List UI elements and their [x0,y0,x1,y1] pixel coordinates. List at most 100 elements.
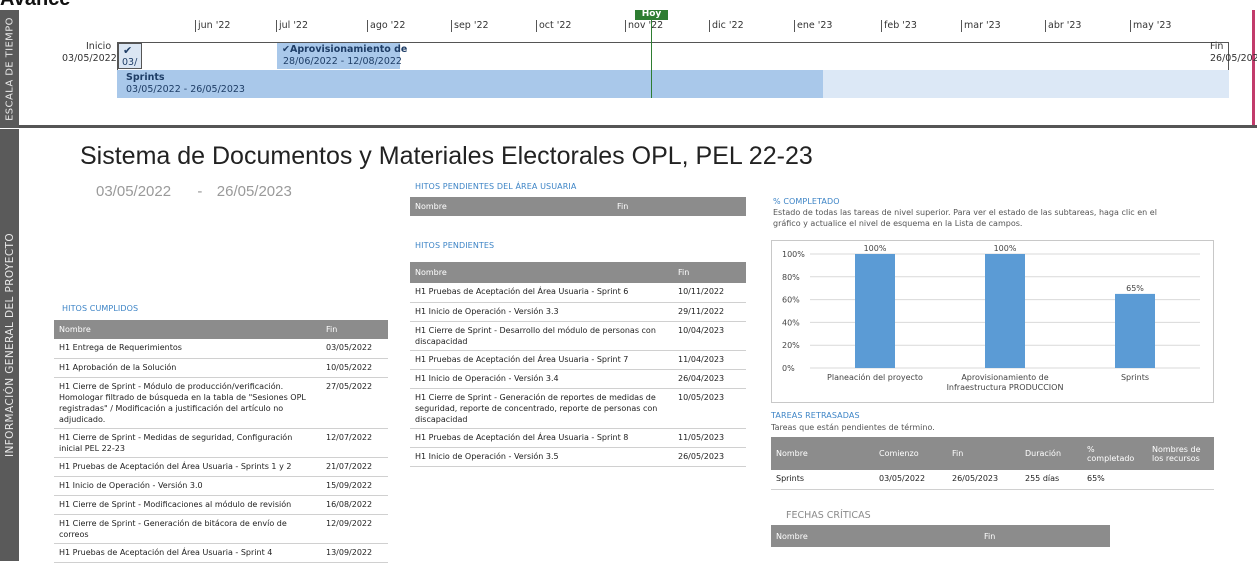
month-tick: may '23 [1130,20,1171,32]
chart-bar [1115,293,1155,368]
col-nombre: Nombre [54,320,321,339]
month-tick: mar '23 [961,20,1001,32]
table-row[interactable]: H1 Cierre de Sprint - Medidas de segurid… [54,428,388,458]
table-cell: H1 Inicio de Operación - Versión 3.0 [54,476,321,496]
table-row[interactable]: H1 Cierre de Sprint - Generación de repo… [410,388,746,429]
table-cell: H1 Pruebas de Aceptación del Área Usuari… [410,428,673,448]
table-row[interactable]: H1 Inicio de Operación - Versión 3.5 26/0… [410,447,746,467]
table-cell [1147,470,1214,490]
table-cell: 10/05/2023 [673,388,746,429]
sprints-bar-remaining [823,70,1229,98]
hitos-pendientes-table: Nombre Fin H1 Pruebas de Aceptación del … [410,262,746,467]
col-completado: % completado [1082,437,1147,470]
table-row[interactable]: H1 Inicio de Operación - Versión 3.4 26/0… [410,369,746,389]
table-cell: 10/04/2023 [673,321,746,351]
table-row[interactable]: H1 Cierre de Sprint - Generación de bitá… [54,514,388,544]
col-nombre: Nombre [410,197,612,216]
table-row[interactable]: H1 Cierre de Sprint - Modificaciones al … [54,495,388,515]
table-row[interactable]: H1 Pruebas de Aceptación del Área Usuari… [410,428,746,448]
table-row[interactable]: H1 Inicio de Operación - Versión 3.3 29/1… [410,302,746,322]
table-cell: 10/05/2022 [321,358,388,378]
month-tick: oct '22 [536,20,571,32]
table-cell: 26/05/2023 [673,447,746,467]
timeline-side-label: ESCALA DE TIEMPO [4,17,15,121]
table-cell: 27/05/2022 [321,377,388,429]
col-recursos: Nombres de los recursos [1147,437,1214,470]
hitos-pendientes-label: HITOS PENDIENTES [415,241,495,250]
aprovisionamiento-bar[interactable]: ✔Aprovisionamiento de 28/06/2022 - 12/08… [277,43,407,69]
hitos-cumplidos-table: Nombre Fin H1 Entrega de Requerimientos 0… [54,320,388,563]
milestone-entrega[interactable]: ✔ 03/ [118,43,142,69]
col-comienzo: Comienzo [874,437,947,470]
table-row[interactable]: H1 Pruebas de Aceptación del Área Usuari… [410,350,746,370]
sprints-title: Sprints [126,72,165,83]
month-tick: dic '22 [709,20,744,32]
timeline-start-label: Inicio [86,41,112,52]
table-cell: H1 Aprobación de la Solución [54,358,321,378]
table-cell: 11/04/2023 [673,350,746,370]
chart-bar [855,254,895,368]
table-cell: H1 Cierre de Sprint - Medidas de segurid… [54,428,321,458]
col-fin: Fin [321,320,388,339]
table-cell: H1 Cierre de Sprint - Generación de bitá… [54,514,321,544]
table-cell: 255 días [1020,470,1082,490]
info-side-bar: INFORMACIÓN GENERAL DEL PROYECTO [0,129,19,561]
y-tick-label: 100% [782,250,805,259]
timeline-end-date: 26/05/2023 [1210,53,1257,64]
month-tick: abr '23 [1045,20,1081,32]
table-row[interactable]: H1 Cierre de Sprint - Desarrollo del mód… [410,321,746,351]
table-cell: H1 Pruebas de Aceptación del Área Usuari… [54,543,321,563]
chart-bar [985,254,1025,368]
col-nombre: Nombre [771,525,979,547]
project-start-date: 03/05/2022 [96,183,172,200]
table-cell: 03/05/2022 [321,339,388,359]
project-date-range: 03/05/2022 - 26/05/2023 [96,183,292,200]
x-tick-label: Aprovisionamiento de [961,373,1048,382]
table-row[interactable]: H1 Cierre de Sprint - Módulo de producci… [54,377,388,429]
table-cell: Sprints [771,470,874,490]
table-row[interactable]: H1 Aprobación de la Solución 10/05/2022 [54,358,388,378]
sprints-dates: 03/05/2022 - 26/05/2023 [126,84,245,95]
bar-data-label: 100% [994,244,1017,253]
col-fin: Fin [612,197,746,216]
table-cell: 21/07/2022 [321,457,388,477]
table-row[interactable]: Sprints 03/05/2022 26/05/2023 255 días 65% [771,470,1214,490]
sprints-bar[interactable]: Sprints 03/05/2022 - 26/05/2023 [117,70,823,98]
criticas-label: FECHAS CRÍTICAS [786,510,871,521]
col-fin: Fin [673,262,746,283]
table-row[interactable]: H1 Entrega de Requerimientos 03/05/2022 [54,339,388,359]
y-tick-label: 0% [782,364,795,373]
table-cell: 65% [1082,470,1147,490]
table-cell: H1 Cierre de Sprint - Modificaciones al … [54,495,321,515]
col-fin: Fin [947,437,1020,470]
hitos-cumplidos-label: HITOS CUMPLIDOS [62,304,139,313]
table-cell: H1 Pruebas de Aceptación del Área Usuari… [54,457,321,477]
table-row[interactable]: H1 Pruebas de Aceptación del Área Usuari… [410,283,746,303]
table-row[interactable]: H1 Inicio de Operación - Versión 3.0 15/0… [54,476,388,496]
info-side-label: INFORMACIÓN GENERAL DEL PROYECTO [3,232,16,458]
table-cell: 26/04/2023 [673,369,746,389]
month-tick: feb '23 [881,20,917,32]
y-tick-label: 60% [782,296,800,305]
month-tick: jun '22 [195,20,230,32]
table-row[interactable]: H1 Pruebas de Aceptación del Área Usuari… [54,543,388,563]
retrasadas-table: Nombre Comienzo Fin Duración % completad… [771,437,1214,490]
project-title: Sistema de Documentos y Materiales Elect… [80,142,813,170]
milestone-small-date: 03/ [122,57,138,68]
table-cell: H1 Inicio de Operación - Versión 3.3 [410,302,673,322]
completado-description: Estado de todas las tareas de nivel supe… [773,208,1157,228]
timeline-right-border [1252,10,1255,128]
table-row[interactable]: H1 Pruebas de Aceptación del Área Usuari… [54,457,388,477]
table-cell: H1 Pruebas de Aceptación del Área Usuari… [410,283,673,303]
table-cell: 29/11/2022 [673,302,746,322]
check-icon: ✔ [282,44,290,55]
table-cell: H1 Cierre de Sprint - Desarrollo del mód… [410,321,673,351]
table-cell: 12/07/2022 [321,428,388,458]
month-tick: ago '22 [367,20,405,32]
table-cell: H1 Entrega de Requerimientos [54,339,321,359]
retrasadas-description: Tareas que están pendientes de término. [771,423,935,432]
timeline-start-date: 03/05/2022 [62,53,117,64]
table-cell: H1 Inicio de Operación - Versión 3.4 [410,369,673,389]
criticas-table: Nombre Fin [771,525,1110,547]
completado-chart[interactable]: 0% 20% 40% 60% 80% 100% 100% Planeación del pro… [771,240,1214,403]
